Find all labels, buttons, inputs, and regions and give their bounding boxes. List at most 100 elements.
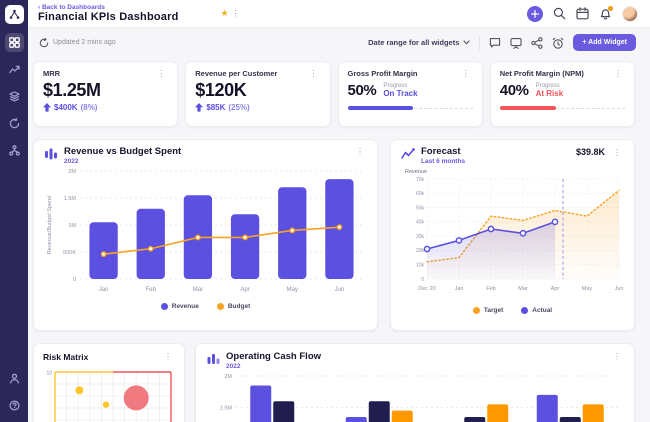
presentation-icon[interactable]: [510, 37, 522, 49]
dashboard-toolbar: Updated 2 mins ago Date range for all wi…: [28, 28, 650, 57]
logo-icon: [9, 9, 19, 19]
kpi-kebab-menu[interactable]: ⋮: [154, 69, 168, 78]
widget-kebab-menu[interactable]: ⋮: [610, 148, 624, 157]
legend-label: Revenue: [171, 302, 199, 310]
date-range-dropdown[interactable]: Date range for all widgets: [368, 38, 470, 47]
updated-text: Updated 2 mins ago: [53, 39, 116, 46]
back-link[interactable]: ‹ Back to Dashboards: [38, 4, 179, 11]
charts-row: Revenue vs Budget Spent 2022 ⋮ 2M 1.5M 1M 5…: [33, 139, 635, 331]
date-range-label: Date range for all widgets: [368, 38, 460, 47]
share-icon[interactable]: [531, 36, 543, 49]
svg-text:Jan: Jan: [99, 287, 109, 293]
legend-dot: [160, 302, 168, 310]
legend-label: Actual: [532, 306, 553, 314]
sidebar-item-account[interactable]: [5, 369, 24, 388]
chart-legend: Target Actual: [401, 306, 624, 314]
svg-text:500K: 500K: [63, 250, 76, 256]
svg-text:1.5M: 1.5M: [64, 196, 77, 202]
svg-text:1.5M: 1.5M: [220, 405, 233, 411]
comments-icon[interactable]: [489, 37, 501, 49]
create-button[interactable]: [527, 5, 543, 22]
legend-item-actual[interactable]: Actual: [521, 306, 553, 314]
widget-title: Forecast: [421, 146, 461, 157]
calendar-icon[interactable]: [576, 7, 589, 20]
sidebar-item-dashboards[interactable]: [4, 33, 24, 52]
sidebar-item-integrations[interactable]: [5, 141, 24, 160]
svg-text:Feb: Feb: [146, 287, 157, 293]
widget-subtitle: 2022: [226, 362, 241, 370]
kpi-delta-value: $85K: [206, 103, 226, 112]
svg-text:1M: 1M: [68, 223, 76, 229]
chart-legend: Revenue Budget: [44, 302, 367, 310]
svg-text:Apr: Apr: [240, 287, 249, 293]
svg-text:0: 0: [421, 277, 424, 283]
help-icon: [8, 400, 20, 411]
layers-icon: [8, 91, 20, 102]
page-title: Financial KPIs Dashboard: [38, 11, 179, 23]
kpi-title: MRR: [43, 69, 61, 78]
kpi-kebab-menu[interactable]: ⋮: [459, 69, 473, 78]
legend-item-revenue[interactable]: Revenue: [160, 302, 199, 310]
kpi-card-revenue-per-customer: Revenue per Customer ⋮ $120K $85K (25%): [185, 61, 331, 127]
widget-title: Revenue vs Budget Spent: [64, 146, 182, 157]
kpi-value: $120K: [195, 80, 247, 100]
kpi-row: MRR ⋮ $1.25M $400K (8%) Revenue per Cust…: [33, 61, 635, 127]
sync-icon: [9, 118, 19, 129]
kpi-value: $1.25M: [43, 80, 101, 100]
legend-item-budget[interactable]: Budget: [216, 302, 250, 310]
dashboard-grid-icon: [8, 37, 20, 48]
widget-title: Risk Matrix: [43, 352, 89, 362]
sidebar-item-data-sources[interactable]: [5, 87, 24, 106]
legend-dot: [216, 302, 224, 310]
top-header: ‹ Back to Dashboards Financial KPIs Dash…: [28, 0, 650, 28]
updated-status: Updated 2 mins ago: [39, 37, 116, 48]
add-widget-button[interactable]: + Add Widget: [573, 34, 636, 51]
svg-text:2M: 2M: [68, 169, 76, 175]
sidebar-item-help[interactable]: [5, 396, 24, 415]
bar-chart-icon: [45, 148, 57, 160]
forecast-summary-value: $39.8K: [575, 147, 605, 157]
svg-text:Feb: Feb: [486, 286, 495, 292]
refresh-icon[interactable]: [39, 37, 49, 48]
kpi-card-mrr: MRR ⋮ $1.25M $400K (8%): [33, 61, 179, 127]
sidebar-item-analytics[interactable]: [5, 60, 24, 79]
widget-operating-cash-flow: Operating Cash Flow 2022 ⋮ 2M1.5M1M500K0…: [195, 343, 635, 422]
sidebar-item-sync[interactable]: [5, 114, 24, 133]
svg-text:10: 10: [46, 371, 52, 377]
svg-text:Jan: Jan: [455, 286, 464, 292]
kpi-status: At Risk: [535, 89, 564, 98]
progress-fill: [347, 106, 413, 110]
notifications-button[interactable]: [599, 6, 613, 20]
topbar-actions: [527, 5, 638, 22]
favorite-star-icon[interactable]: ★: [221, 8, 229, 19]
kpi-card-gross-profit-margin: Gross Profit Margin ⋮ 50% Progress On Tr…: [337, 61, 483, 127]
kpi-delta-percent: (25%): [228, 103, 250, 112]
widget-title: Operating Cash Flow: [226, 351, 322, 362]
legend-dot: [472, 306, 480, 314]
legend-label: Target: [483, 306, 504, 314]
sidebar-bottom: [5, 369, 24, 415]
svg-text:70k: 70k: [416, 177, 425, 183]
risk-matrix-chart: 10Likelihood: [43, 362, 175, 422]
main-area: ‹ Back to Dashboards Financial KPIs Dash…: [28, 0, 650, 422]
kpi-title: Revenue per Customer: [195, 69, 278, 78]
kpi-title: Gross Profit Margin: [347, 69, 418, 78]
kpi-kebab-menu[interactable]: ⋮: [611, 69, 625, 78]
alarm-icon[interactable]: [552, 37, 564, 49]
search-icon[interactable]: [553, 7, 566, 20]
app-root: ‹ Back to Dashboards Financial KPIs Dash…: [0, 0, 650, 422]
title-kebab-menu[interactable]: ⋮: [229, 9, 243, 18]
app-logo[interactable]: [4, 5, 24, 24]
svg-text:40k: 40k: [416, 220, 425, 226]
legend-item-target[interactable]: Target: [472, 306, 504, 314]
user-avatar[interactable]: [622, 5, 638, 22]
widget-kebab-menu[interactable]: ⋮: [353, 147, 367, 156]
widget-kebab-menu[interactable]: ⋮: [161, 352, 175, 361]
kpi-kebab-menu[interactable]: ⋮: [307, 69, 321, 78]
svg-text:30k: 30k: [416, 234, 425, 240]
svg-text:60k: 60k: [416, 191, 425, 197]
svg-text:50k: 50k: [416, 205, 425, 211]
widget-kebab-menu[interactable]: ⋮: [610, 352, 624, 361]
widget-risk-matrix: Risk Matrix ⋮ 10Likelihood: [33, 343, 185, 422]
svg-text:Mar: Mar: [518, 286, 528, 292]
